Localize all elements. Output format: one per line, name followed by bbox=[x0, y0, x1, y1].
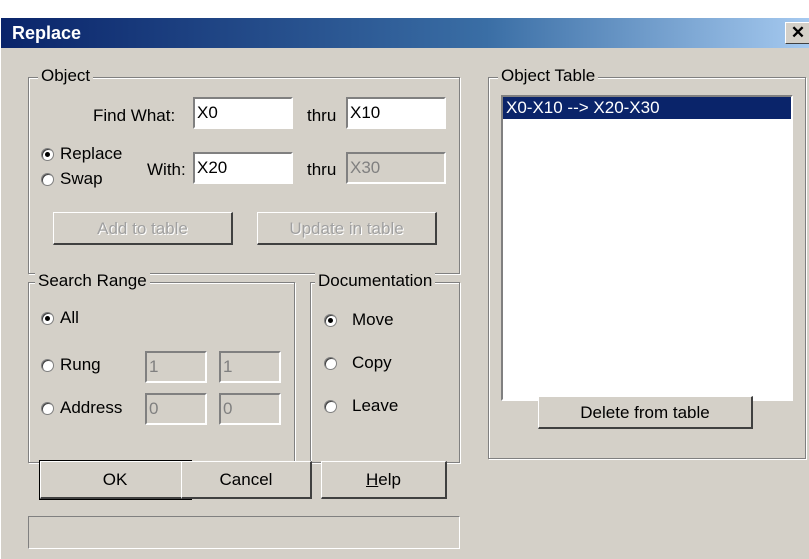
object-table-list[interactable]: X0-X10 --> X20-X30 bbox=[501, 95, 793, 401]
object-group-label: Object bbox=[38, 66, 94, 86]
range-rung-radio[interactable] bbox=[41, 359, 54, 372]
cancel-label: Cancel bbox=[219, 470, 273, 489]
find-thru-input[interactable]: X10 bbox=[346, 97, 446, 129]
add-to-table-button: Add to table bbox=[53, 212, 233, 245]
update-in-table-button: Update in table bbox=[257, 212, 437, 245]
search-range-label: Search Range bbox=[35, 271, 150, 291]
close-button[interactable]: ✕ bbox=[785, 22, 809, 44]
with-thru-input: X30 bbox=[346, 152, 446, 184]
with-input[interactable]: X20 bbox=[193, 152, 293, 184]
swap-label[interactable]: Swap bbox=[60, 169, 103, 189]
ok-button[interactable]: OK bbox=[39, 460, 192, 500]
find-thru-label: thru bbox=[307, 106, 337, 125]
ok-label: OK bbox=[102, 470, 128, 489]
update-in-table-label: Update in table bbox=[289, 219, 404, 238]
doc-move-radio[interactable] bbox=[324, 314, 337, 327]
replace-radio[interactable] bbox=[41, 148, 54, 161]
status-bar bbox=[28, 516, 460, 549]
address-from-input: 0 bbox=[145, 393, 207, 425]
doc-copy-label[interactable]: Copy bbox=[352, 353, 392, 373]
cancel-button[interactable]: Cancel bbox=[181, 461, 312, 499]
replace-dialog: Replace ✕ Object Find What: X0 thru X10 … bbox=[0, 18, 809, 559]
replace-label[interactable]: Replace bbox=[60, 144, 122, 164]
delete-from-table-label: Delete from table bbox=[580, 403, 710, 422]
with-thru-label: thru bbox=[307, 160, 337, 179]
swap-radio[interactable] bbox=[41, 173, 54, 186]
range-rung-label[interactable]: Rung bbox=[60, 355, 101, 375]
doc-leave-radio[interactable] bbox=[324, 400, 337, 413]
title-bar[interactable]: Replace ✕ bbox=[1, 18, 809, 48]
range-address-radio[interactable] bbox=[41, 402, 54, 415]
doc-copy-radio[interactable] bbox=[324, 357, 337, 370]
help-label-rest: elp bbox=[378, 470, 401, 489]
help-label: Help bbox=[322, 462, 445, 498]
find-what-label: Find What: bbox=[93, 106, 176, 125]
add-to-table-label: Add to table bbox=[97, 219, 188, 238]
window-title: Replace bbox=[12, 23, 82, 43]
range-all-radio[interactable] bbox=[41, 312, 54, 325]
doc-move-label[interactable]: Move bbox=[352, 310, 394, 330]
object-table-label: Object Table bbox=[498, 66, 599, 86]
help-accelerator: H bbox=[366, 470, 379, 489]
delete-from-table-button[interactable]: Delete from table bbox=[538, 396, 753, 429]
rung-to-input: 1 bbox=[219, 351, 281, 383]
list-item[interactable]: X0-X10 --> X20-X30 bbox=[503, 97, 791, 119]
rung-from-input: 1 bbox=[145, 351, 207, 383]
help-button[interactable]: Help bbox=[321, 461, 447, 499]
range-address-label[interactable]: Address bbox=[60, 398, 122, 418]
with-label: With: bbox=[147, 160, 186, 179]
find-what-input[interactable]: X0 bbox=[193, 97, 293, 129]
close-icon: ✕ bbox=[790, 23, 806, 42]
doc-leave-label[interactable]: Leave bbox=[352, 396, 398, 416]
range-all-label[interactable]: All bbox=[60, 308, 79, 328]
documentation-label: Documentation bbox=[315, 271, 436, 291]
address-to-input: 0 bbox=[219, 393, 281, 425]
